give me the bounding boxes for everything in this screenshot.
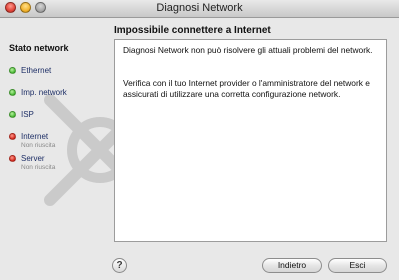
- sidebar-item-label: Ethernet: [21, 66, 52, 75]
- sidebar-item-status: Non riuscita: [21, 142, 56, 149]
- message-panel: Diagnosi Network non può risolvere gli a…: [114, 39, 387, 242]
- back-button[interactable]: Indietro: [262, 258, 322, 273]
- status-error-icon: [9, 155, 16, 162]
- message-paragraph: Diagnosi Network non può risolvere gli a…: [123, 45, 373, 55]
- window-title: Diagnosi Network: [156, 2, 243, 14]
- status-ok-icon: [9, 67, 16, 74]
- sidebar-item-label: Internet: [21, 132, 49, 141]
- message-paragraph: Verifica con il tuo Internet provider o …: [123, 78, 370, 99]
- sidebar-item-isp: ISP: [9, 110, 34, 119]
- title-bar: Diagnosi Network: [0, 0, 399, 18]
- sidebar-item-label: ISP: [21, 110, 34, 119]
- sidebar-item-internet: Internet Non riuscita: [9, 132, 55, 150]
- network-status-sidebar: Stato network Ethernet Imp. network ISP …: [0, 18, 110, 280]
- status-ok-icon: [9, 89, 16, 96]
- sidebar-item-server: Server Non riuscita: [9, 154, 55, 172]
- sidebar-item-network-settings: Imp. network: [9, 88, 67, 97]
- sidebar-item-label: Imp. network: [21, 88, 67, 97]
- sidebar-item-label: Server: [21, 154, 45, 163]
- network-diagnostics-window: Diagnosi Network Stato network Ethernet …: [0, 0, 399, 280]
- sidebar-item-ethernet: Ethernet: [9, 66, 51, 75]
- page-title: Impossibile connettere a Internet: [114, 25, 271, 36]
- sidebar-item-status: Non riuscita: [21, 164, 56, 171]
- quit-button[interactable]: Esci: [328, 258, 387, 273]
- status-error-icon: [9, 133, 16, 140]
- status-ok-icon: [9, 111, 16, 118]
- sidebar-heading: Stato network: [9, 43, 69, 53]
- help-button[interactable]: ?: [112, 258, 127, 273]
